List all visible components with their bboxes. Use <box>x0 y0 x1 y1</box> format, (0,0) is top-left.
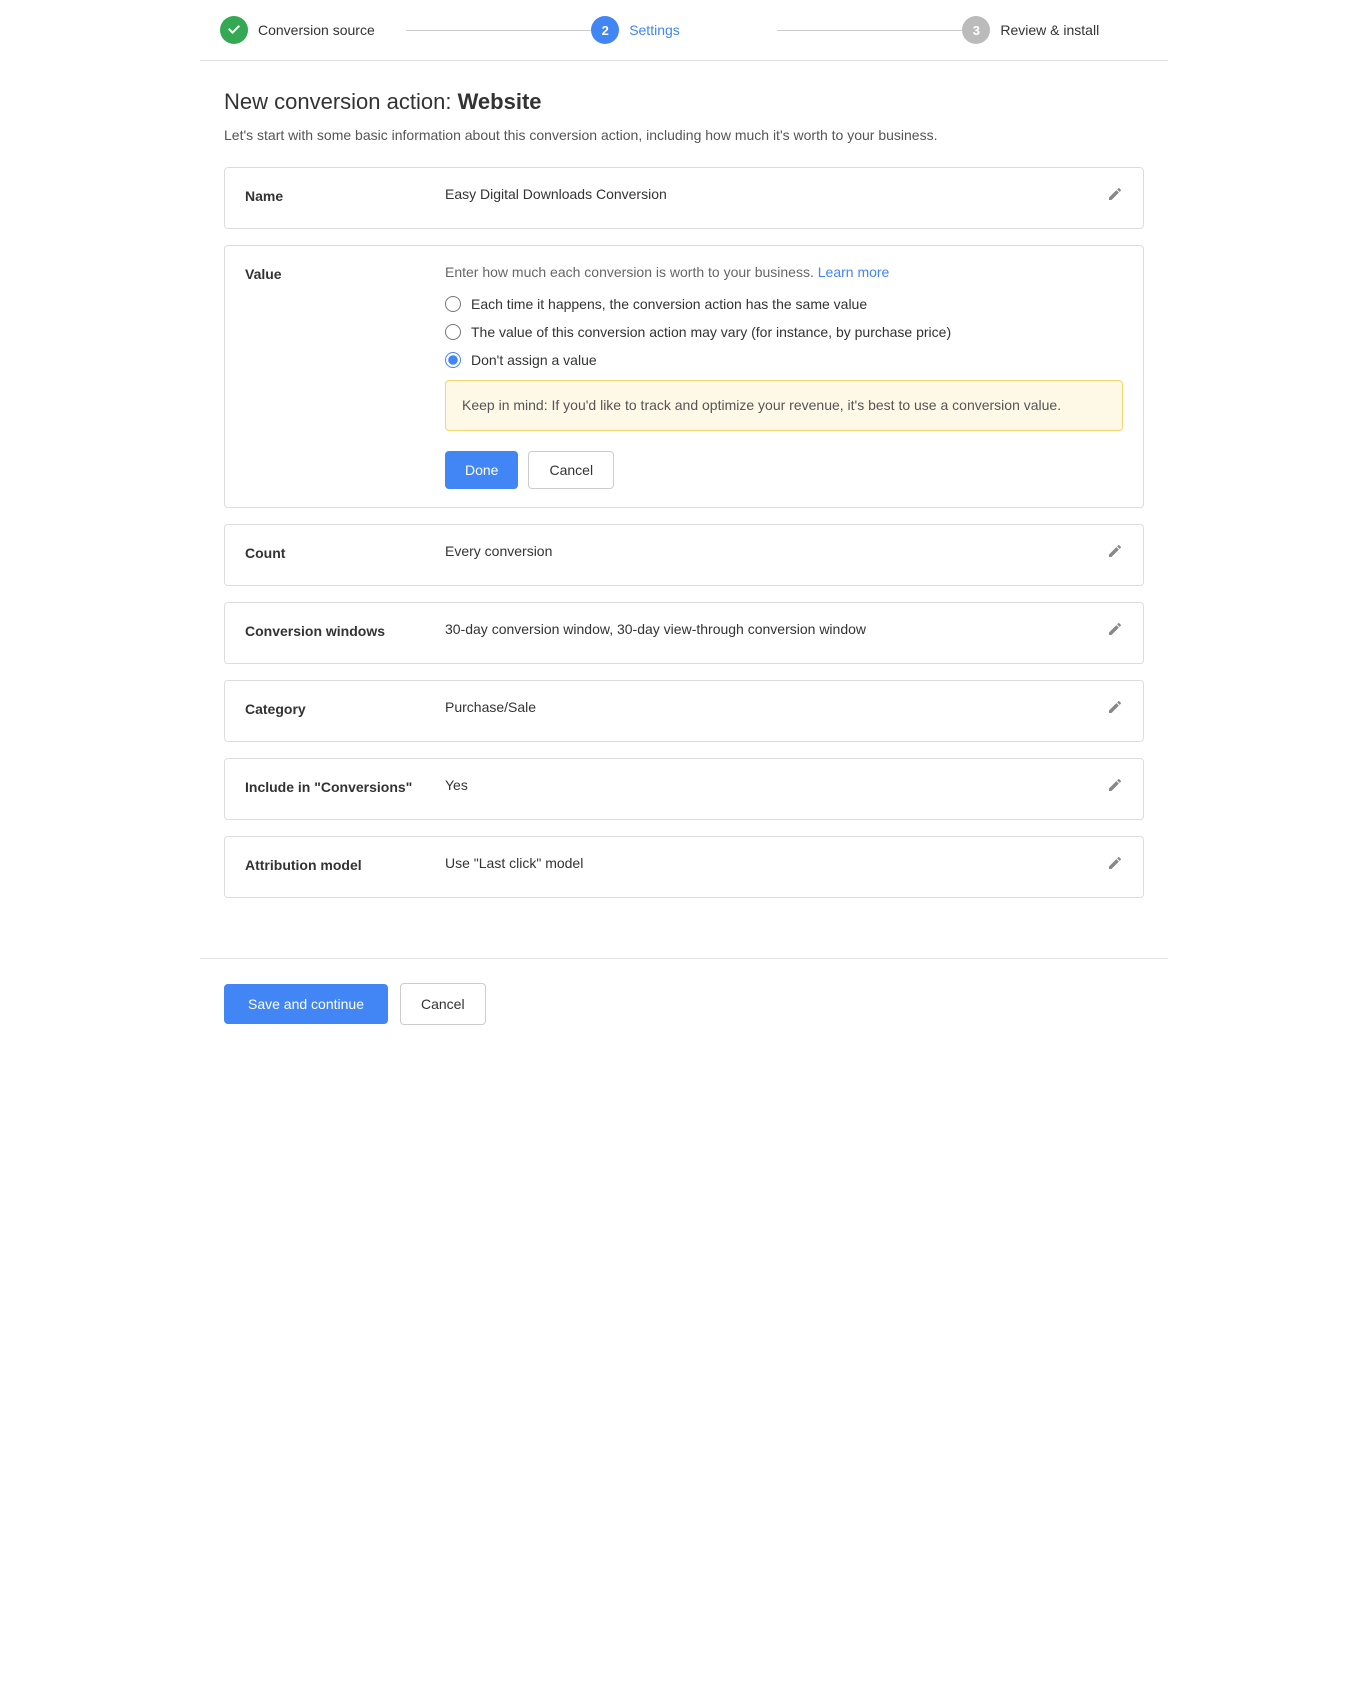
save-continue-button[interactable]: Save and continue <box>224 984 388 1024</box>
include-conversions-label: Include in "Conversions" <box>245 777 445 795</box>
category-section: Category Purchase/Sale <box>224 680 1144 742</box>
radio-same-value[interactable]: Each time it happens, the conversion act… <box>445 296 1123 312</box>
radio-no-value[interactable]: Don't assign a value <box>445 352 1123 368</box>
count-label: Count <box>245 543 445 561</box>
value-done-button[interactable]: Done <box>445 451 518 489</box>
step-review-install: 3 Review & install <box>962 16 1148 44</box>
step-connector-2 <box>777 30 963 31</box>
value-header: Value Enter how much each conversion is … <box>245 264 1123 489</box>
attribution-model-label: Attribution model <box>245 855 445 873</box>
category-value: Purchase/Sale <box>445 699 1095 715</box>
step-connector-1 <box>406 30 592 31</box>
step-icon-review: 3 <box>962 16 990 44</box>
page-title: New conversion action: Website <box>224 89 1144 115</box>
radio-vary-value-label[interactable]: The value of this conversion action may … <box>471 324 951 340</box>
attribution-model-edit-icon[interactable] <box>1107 855 1123 876</box>
name-section: Name Easy Digital Downloads Conversion <box>224 167 1144 229</box>
step-icon-settings: 2 <box>591 16 619 44</box>
radio-no-value-label[interactable]: Don't assign a value <box>471 352 597 368</box>
step-settings: 2 Settings <box>591 16 777 44</box>
include-conversions-section: Include in "Conversions" Yes <box>224 758 1144 820</box>
radio-same-value-label[interactable]: Each time it happens, the conversion act… <box>471 296 867 312</box>
page-subtitle: Let's start with some basic information … <box>224 127 1144 143</box>
name-row: Name Easy Digital Downloads Conversion <box>225 168 1143 228</box>
include-conversions-value: Yes <box>445 777 1095 793</box>
conversion-windows-value: 30-day conversion window, 30-day view-th… <box>445 621 1095 637</box>
category-edit-icon[interactable] <box>1107 699 1123 720</box>
step-label-conversion-source: Conversion source <box>258 22 375 38</box>
radio-same-value-input[interactable] <box>445 296 461 312</box>
include-conversions-row: Include in "Conversions" Yes <box>225 759 1143 819</box>
name-edit-icon[interactable] <box>1107 186 1123 207</box>
conversion-windows-row: Conversion windows 30-day conversion win… <box>225 603 1143 663</box>
name-label: Name <box>245 186 445 204</box>
radio-vary-value[interactable]: The value of this conversion action may … <box>445 324 1123 340</box>
stepper: Conversion source 2 Settings 3 Review & … <box>200 0 1168 61</box>
attribution-model-value: Use "Last click" model <box>445 855 1095 871</box>
count-row: Count Every conversion <box>225 525 1143 585</box>
bottom-cancel-button[interactable]: Cancel <box>400 983 486 1025</box>
value-button-row: Done Cancel <box>445 451 1123 489</box>
include-conversions-edit-icon[interactable] <box>1107 777 1123 798</box>
step-label-settings: Settings <box>629 22 680 38</box>
value-warning-box: Keep in mind: If you'd like to track and… <box>445 380 1123 431</box>
category-row: Category Purchase/Sale <box>225 681 1143 741</box>
value-description: Enter how much each conversion is worth … <box>445 264 1123 280</box>
value-content: Enter how much each conversion is worth … <box>445 264 1123 489</box>
radio-no-value-input[interactable] <box>445 352 461 368</box>
radio-vary-value-input[interactable] <box>445 324 461 340</box>
name-value: Easy Digital Downloads Conversion <box>445 186 1095 202</box>
learn-more-link[interactable]: Learn more <box>818 264 890 280</box>
step-icon-conversion-source <box>220 16 248 44</box>
step-conversion-source: Conversion source <box>220 16 406 44</box>
main-content: New conversion action: Website Let's sta… <box>200 61 1168 942</box>
count-value: Every conversion <box>445 543 1095 559</box>
conversion-windows-edit-icon[interactable] <box>1107 621 1123 642</box>
step-label-review: Review & install <box>1000 22 1099 38</box>
value-label: Value <box>245 264 445 282</box>
attribution-model-section: Attribution model Use "Last click" model <box>224 836 1144 898</box>
conversion-windows-label: Conversion windows <box>245 621 445 639</box>
value-section: Value Enter how much each conversion is … <box>224 245 1144 508</box>
value-cancel-button[interactable]: Cancel <box>528 451 614 489</box>
value-warning-text: Keep in mind: If you'd like to track and… <box>462 397 1061 413</box>
bottom-bar: Save and continue Cancel <box>200 958 1168 1049</box>
attribution-model-row: Attribution model Use "Last click" model <box>225 837 1143 897</box>
count-section: Count Every conversion <box>224 524 1144 586</box>
category-label: Category <box>245 699 445 717</box>
conversion-windows-section: Conversion windows 30-day conversion win… <box>224 602 1144 664</box>
count-edit-icon[interactable] <box>1107 543 1123 564</box>
